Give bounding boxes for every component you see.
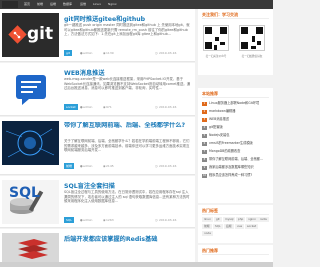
tag-chip[interactable]: linux <box>202 217 213 222</box>
article-thumbnail[interactable] <box>2 67 59 111</box>
article-tag[interactable]: git <box>64 50 72 56</box>
article-views: 1263 <box>106 218 114 222</box>
article-time: 2019-03-16 <box>159 105 177 109</box>
chat-bubbles-icon <box>2 67 59 111</box>
qr-label: 扫一扫加微信好友 <box>241 55 263 58</box>
article-card[interactable]: WEB消息推送 web-msg-sender是一款web长连接推送框架，采用PH… <box>0 63 195 116</box>
article-meta: SQL ● admin ◉ 1263 ◷ 2019-03-16 <box>64 217 192 223</box>
article-title[interactable]: git同时推送gitee和github <box>64 14 192 23</box>
tag-chip[interactable]: node <box>202 231 213 236</box>
article-author: admin <box>83 218 93 222</box>
article-views: 971 <box>106 105 112 109</box>
tag-chip[interactable]: socket <box>245 224 259 229</box>
article-views: 2145 <box>106 164 114 168</box>
tag-chip[interactable]: git <box>214 217 222 222</box>
tag-chip[interactable]: php <box>236 217 246 222</box>
article-thumbnail[interactable]: git <box>2 13 59 57</box>
panel-divider <box>202 18 269 19</box>
clock-icon: ◷ <box>155 218 158 222</box>
nav-item-ops[interactable]: 运维 <box>80 0 86 9</box>
recommend-item[interactable]: 5 Nodejs安装包 <box>202 132 270 138</box>
qr-label: 扫一扫关注公众号 <box>205 55 227 58</box>
recommend-item[interactable]: 10 程序员应该怎样养成一种习惯? <box>202 172 270 178</box>
article-excerpt: web-msg-sender是一款web长连接推送框架，采用PHPSocket.… <box>64 77 191 91</box>
recommend-item[interactable]: 8 带你了解互联网前端、后端、全栈都... <box>202 156 270 162</box>
article-title[interactable]: 后端开发都应该掌握的Redis基础 <box>64 234 192 243</box>
site-logo[interactable] <box>2 1 18 8</box>
article-excerpt: 关于了解互联网前端、后端、全栈都学什么？若若在学前端前端工程师不够用，它们的需求… <box>64 139 190 153</box>
tag-chip[interactable]: mysql <box>223 217 236 222</box>
tag-chip[interactable]: 前端 <box>202 224 212 229</box>
recommend-item[interactable]: 7 MongoDB的增删改查 <box>202 148 270 154</box>
article-title[interactable]: WEB消息推送 <box>64 68 192 77</box>
recommend-item[interactable]: 3 WEB消息推送 <box>202 116 270 122</box>
nav-item-linux[interactable]: Linux <box>93 0 101 9</box>
qr-code-icon <box>239 25 265 51</box>
article-title[interactable]: 带你了解互联网前端、后端、全栈都学什么? <box>64 122 192 137</box>
article-list: git git同时推送gitee和github git一键推送 push ori… <box>0 9 195 267</box>
top-bar: 首页 前端 后端 数据库 运维 Linux Nginx <box>0 0 273 9</box>
tag-chip[interactable]: vue <box>235 224 245 229</box>
thumb-text: SQL <box>9 185 40 201</box>
article-views: 1139 <box>106 51 114 55</box>
recommend-item[interactable]: 1 Linux服务器上部署Node和Git环境 <box>202 100 270 106</box>
tag-chip[interactable]: nginx <box>246 217 258 222</box>
clock-icon: ◷ <box>155 164 158 168</box>
recommend-item[interactable]: 9 我家后端都涉及数据库哪些知识 <box>202 164 270 170</box>
article-author: admin <box>83 164 93 168</box>
nav-item-backend[interactable]: 后端 <box>50 0 56 9</box>
article-time: 2019-03-16 <box>159 218 177 222</box>
article-card[interactable]: SQL SQL盲注全套扫描 SQL盲注全过程与工具的使用方法。在日常渗透测试中，… <box>0 176 195 228</box>
article-tag[interactable]: 前端 <box>64 163 75 169</box>
article-meta: socket ● admin ◉ 971 ◷ 2019-03-16 <box>64 104 192 110</box>
article-excerpt: git一键推送 push origin master 同时推送到gitee和gi… <box>64 23 190 37</box>
nav-item-nginx[interactable]: Nginx <box>108 0 117 9</box>
panel-divider <box>202 254 269 255</box>
article-tag[interactable]: socket <box>64 104 78 110</box>
panel-divider <box>202 97 269 98</box>
panel-divider <box>202 214 269 215</box>
article-author: admin <box>83 105 93 109</box>
article-meta: 前端 ● admin ◉ 2145 ◷ 2019-03-16 <box>64 163 192 169</box>
follow-panel: 关注我们：学习交流 扫一扫关注公众号 扫一扫加微信好友 <box>198 9 273 75</box>
hot-tags-panel: 热门标签 linux git mysql php nginx redis 前端 … <box>198 205 273 243</box>
clock-icon: ◷ <box>155 51 158 55</box>
article-time: 2019-03-16 <box>159 164 177 168</box>
article-card[interactable]: 带你了解互联网前端、后端、全栈都学什么? 关于了解互联网前端、后端、全栈都学什么… <box>0 117 195 175</box>
tag-chip[interactable]: redis <box>258 217 269 222</box>
nav-item-frontend[interactable]: 前端 <box>37 0 43 9</box>
article-thumbnail[interactable] <box>2 121 59 165</box>
tag-chip[interactable]: SQL <box>213 224 223 229</box>
article-time: 2019-03-16 <box>159 51 177 55</box>
article-excerpt: SQL盲注全过程与工具的使用方法。在日常渗透测试中，若在应用程序存在sql 注入… <box>64 190 190 204</box>
recommend-item[interactable]: 2 markdown编辑器 <box>202 108 270 114</box>
clock-icon: ◷ <box>155 105 158 109</box>
thumb-text: git <box>27 24 54 44</box>
article-tag[interactable]: SQL <box>64 217 74 223</box>
article-thumbnail[interactable]: SQL <box>2 180 59 224</box>
recommend-panel: 本站推荐 1 Linux服务器上部署Node和Git环境 2 markdown编辑器… <box>198 88 273 203</box>
sidebar: 关注我们：学习交流 扫一扫关注公众号 扫一扫加微信好友 本站推荐 1 Linux服… <box>198 9 273 267</box>
recommend-item[interactable]: 6 vmsIS的Freemarker生成模版 <box>202 140 270 146</box>
footer-bar <box>0 262 273 267</box>
nav-item-database[interactable]: 数据库 <box>63 0 72 9</box>
nav-item-home[interactable]: 首页 <box>24 0 30 9</box>
article-card[interactable]: git git同时推送gitee和github git一键推送 push ori… <box>0 9 195 62</box>
article-author: admin <box>83 51 93 55</box>
article-meta: git ● admin ◉ 1139 ◷ 2019-03-16 <box>64 50 192 56</box>
recommend-item[interactable]: 4 git配置版 <box>202 124 270 130</box>
tag-chip[interactable]: 后端 <box>224 224 234 229</box>
article-title[interactable]: SQL盲注全套扫描 <box>64 181 192 190</box>
circuit-icon <box>2 121 59 165</box>
qr-code-icon <box>203 25 229 51</box>
